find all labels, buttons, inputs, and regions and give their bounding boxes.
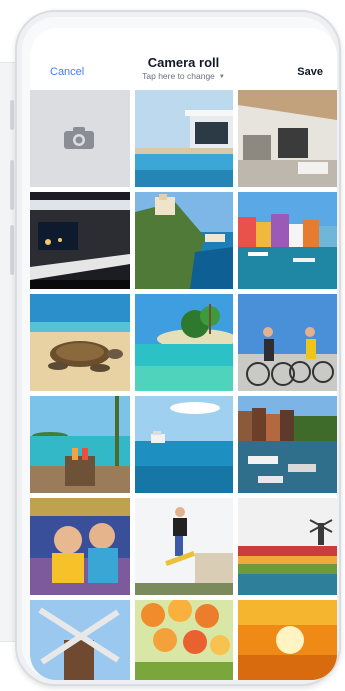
photo-tropical-island[interactable] <box>135 294 233 391</box>
photo-coastal-cliff-town[interactable] <box>135 192 233 289</box>
photo-family-cycling[interactable] <box>238 294 337 391</box>
photo-living-room[interactable] <box>238 90 337 187</box>
photo-cruise-ship[interactable] <box>135 396 233 493</box>
camera-capture-tile[interactable] <box>30 90 130 187</box>
save-button[interactable]: Save <box>297 66 323 78</box>
photo-sea-turtle-beach[interactable] <box>30 294 130 391</box>
photo-kids-carousel[interactable] <box>30 498 130 595</box>
page-title: Camera roll <box>147 55 220 70</box>
photo-flower-bouquet[interactable] <box>135 600 233 680</box>
album-selector-label: Tap here to change <box>142 71 215 81</box>
camera-icon <box>64 127 94 149</box>
photo-sunset[interactable] <box>238 600 337 680</box>
phone-volume-button <box>10 160 14 210</box>
photo-harbor-colorful-houses[interactable] <box>238 192 337 289</box>
phone-screen: Cancel Camera roll Tap here to change ▼ S… <box>30 28 337 680</box>
photo-windmill-closeup[interactable] <box>30 600 130 680</box>
photo-canal-boats[interactable] <box>238 396 337 493</box>
photo-beach-drinks[interactable] <box>30 396 130 493</box>
photo-skateboard-jump[interactable] <box>135 498 233 595</box>
phone-volume-button <box>10 225 14 275</box>
album-selector[interactable]: Tap here to change ▼ <box>30 71 337 81</box>
photo-modern-house-night[interactable] <box>30 192 130 289</box>
camera-roll-header: Cancel Camera roll Tap here to change ▼ S… <box>30 28 337 90</box>
photo-tulip-windmill[interactable] <box>238 498 337 595</box>
chevron-down-icon: ▼ <box>218 73 225 80</box>
phone-side-button <box>10 100 14 130</box>
photo-pool-villa[interactable] <box>135 90 233 187</box>
